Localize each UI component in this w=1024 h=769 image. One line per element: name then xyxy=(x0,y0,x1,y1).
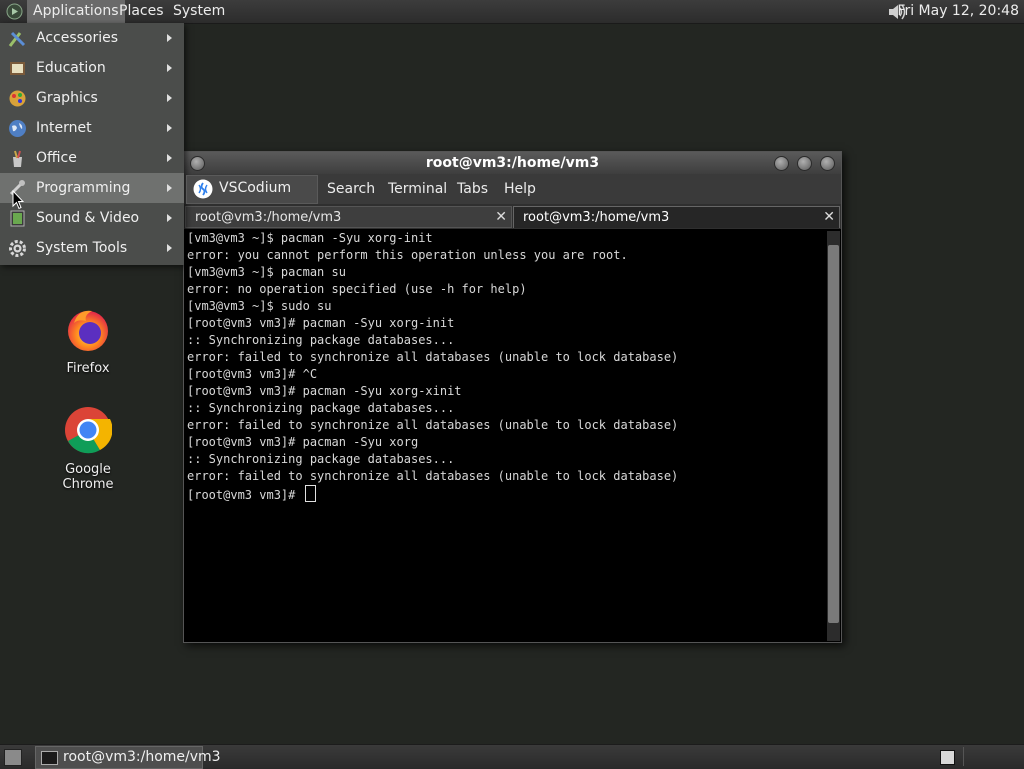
terminal-line: error: you cannot perform this operation… xyxy=(187,248,628,262)
scrollbar-thumb[interactable] xyxy=(828,245,839,623)
workspace-switcher-icon[interactable] xyxy=(940,750,955,765)
education-icon xyxy=(10,62,25,75)
terminal-line: [vm3@vm3 ~]$ sudo su xyxy=(187,299,332,313)
tab-close-icon[interactable]: ✕ xyxy=(823,207,835,228)
terminal-window: root@vm3:/home/vm3 Search Terminal Tabs … xyxy=(183,151,842,643)
menu-help[interactable]: Help xyxy=(504,174,536,205)
internet-globe-icon xyxy=(9,120,26,137)
desktop-icon-chrome[interactable]: Google Chrome xyxy=(38,406,138,492)
menu-item-accessories[interactable]: Accessories xyxy=(0,23,184,53)
submenu-arrow-icon xyxy=(167,64,172,72)
terminal-line: [root@vm3 vm3]# pacman -Syu xorg-init xyxy=(187,316,455,330)
terminal-line: [root@vm3 vm3]# pacman -Syu xorg xyxy=(187,435,419,449)
menu-item-internet[interactable]: Internet xyxy=(0,113,184,143)
firefox-icon xyxy=(68,310,108,351)
menu-search[interactable]: Search xyxy=(327,174,375,205)
submenu-item-vscodium[interactable]: VSCodium xyxy=(186,175,318,204)
terminal-line: :: Synchronizing package databases... xyxy=(187,333,455,347)
submenu-arrow-icon xyxy=(167,214,172,222)
sound-video-icon xyxy=(10,210,25,227)
system-tools-gear-icon xyxy=(9,240,26,257)
accessories-icon xyxy=(8,31,26,47)
desktop-icon-label: Google Chrome xyxy=(62,462,114,492)
terminal-prompt: [root@vm3 vm3]# xyxy=(187,488,303,502)
submenu-arrow-icon xyxy=(167,154,172,162)
terminal-line: :: Synchronizing package databases... xyxy=(187,401,455,415)
submenu-arrow-icon xyxy=(167,244,172,252)
graphics-icon xyxy=(9,90,26,107)
top-panel: Applications Places System Fri May 12, 2… xyxy=(0,0,1024,24)
menu-tabs[interactable]: Tabs xyxy=(457,174,488,205)
menu-item-education[interactable]: Education xyxy=(0,53,184,83)
vscodium-icon xyxy=(193,179,213,199)
terminal-titlebar[interactable]: root@vm3:/home/vm3 xyxy=(184,152,841,174)
submenu-arrow-icon xyxy=(167,124,172,132)
applications-menu[interactable]: Applications xyxy=(27,0,125,23)
terminal-line: [root@vm3 vm3]# ^C xyxy=(187,367,318,381)
desktop-icon-label: Firefox xyxy=(66,361,110,376)
terminal-prompt-line: [root@vm3 vm3]# xyxy=(187,485,826,502)
places-menu[interactable]: Places xyxy=(113,0,170,23)
system-menu[interactable]: System xyxy=(167,0,231,23)
menu-item-system-tools[interactable]: System Tools xyxy=(0,233,184,263)
terminal-tabbar: root@vm3:/home/vm3 ✕ root@vm3:/home/vm3 … xyxy=(184,204,841,229)
text-cursor xyxy=(304,485,316,502)
terminal-icon xyxy=(41,751,58,765)
chrome-icon xyxy=(65,407,113,454)
submenu-arrow-icon xyxy=(167,184,172,192)
terminal-line: error: no operation specified (use -h fo… xyxy=(187,282,527,296)
taskbar-item-terminal[interactable]: root@vm3:/home/vm3 xyxy=(35,746,221,769)
window-title: root@vm3:/home/vm3 xyxy=(425,155,600,171)
show-desktop-icon[interactable] xyxy=(4,749,22,766)
terminal-line: :: Synchronizing package databases... xyxy=(187,452,455,466)
mouse-pointer-icon xyxy=(12,190,24,210)
maximize-button[interactable] xyxy=(797,156,812,171)
terminal-line: [vm3@vm3 ~]$ pacman su xyxy=(187,265,346,279)
terminal-line: error: failed to synchronize all databas… xyxy=(187,418,679,432)
terminal-line: [vm3@vm3 ~]$ pacman -Syu xorg-init xyxy=(187,231,433,245)
submenu-arrow-icon xyxy=(167,34,172,42)
terminal-scrollbar[interactable] xyxy=(827,231,840,641)
menu-terminal[interactable]: Terminal xyxy=(388,174,447,205)
menu-item-sound-video[interactable]: Sound & Video xyxy=(0,203,184,233)
desktop-icon-firefox[interactable]: Firefox xyxy=(38,305,138,376)
terminal-screen[interactable]: [vm3@vm3 ~]$ pacman -Syu xorg-init error… xyxy=(184,229,826,642)
workspace-switcher-2[interactable] xyxy=(963,747,1019,766)
window-menu-icon[interactable] xyxy=(190,156,205,171)
terminal-line: error: failed to synchronize all databas… xyxy=(187,350,679,364)
submenu-arrow-icon xyxy=(167,94,172,102)
close-button[interactable] xyxy=(820,156,835,171)
menu-item-office[interactable]: Office xyxy=(0,143,184,173)
tab-close-icon[interactable]: ✕ xyxy=(495,207,507,228)
terminal-line: [root@vm3 vm3]# pacman -Syu xorg-xinit xyxy=(187,384,462,398)
office-icon xyxy=(13,150,22,167)
distro-logo-icon[interactable] xyxy=(6,3,23,20)
tab-label: root@vm3:/home/vm3 xyxy=(523,210,670,225)
terminal-tab-1[interactable]: root@vm3:/home/vm3 ✕ xyxy=(185,206,512,228)
applications-dropdown: Accessories Education Graphics Internet … xyxy=(0,23,184,265)
clock[interactable]: Fri May 12, 20:48 xyxy=(897,0,1019,22)
bottom-panel: root@vm3:/home/vm3 xyxy=(0,744,1024,769)
minimize-button[interactable] xyxy=(774,156,789,171)
submenu-item-label: VSCodium xyxy=(219,180,292,196)
terminal-tab-2[interactable]: root@vm3:/home/vm3 ✕ xyxy=(513,206,840,228)
terminal-line: error: failed to synchronize all databas… xyxy=(187,469,679,483)
menu-item-programming[interactable]: Programming xyxy=(0,173,184,203)
tab-label: root@vm3:/home/vm3 xyxy=(195,210,342,225)
menu-item-graphics[interactable]: Graphics xyxy=(0,83,184,113)
taskbar-item-label: root@vm3:/home/vm3 xyxy=(63,749,221,765)
